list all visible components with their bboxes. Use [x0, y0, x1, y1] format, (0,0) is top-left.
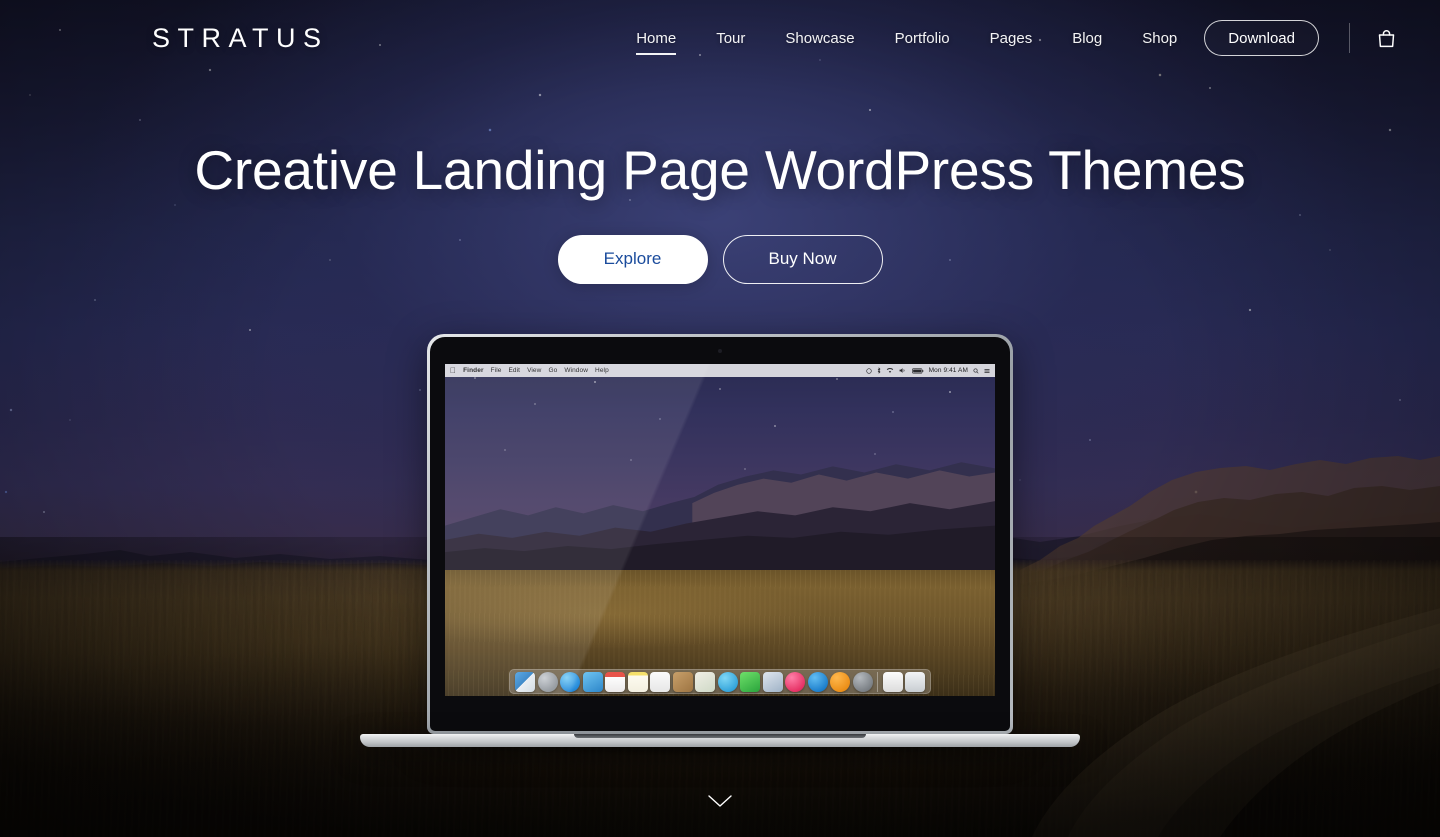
wifi-icon[interactable] — [886, 367, 894, 374]
dock-item-reminders[interactable] — [650, 671, 670, 692]
laptop-base-wrap — [340, 734, 1100, 773]
nav-item-portfolio[interactable]: Portfolio — [875, 31, 970, 46]
menubar-clock[interactable]: Mon 9:41 AM — [929, 367, 968, 374]
explore-button[interactable]: Explore — [557, 234, 708, 284]
macos-menubar:  Finder File Edit View Go Window Help — [445, 364, 995, 377]
bluetooth-icon[interactable] — [877, 367, 881, 374]
nav-item-shop[interactable]: Shop — [1122, 31, 1197, 46]
laptop-lid:  Finder File Edit View Go Window Help — [427, 334, 1013, 734]
nav-item-tour[interactable]: Tour — [696, 31, 765, 46]
dock-item-maps[interactable] — [695, 671, 715, 692]
download-button[interactable]: Download — [1204, 20, 1319, 56]
menubar-app-name[interactable]: Finder — [463, 367, 483, 374]
dock-item-system-preferences[interactable] — [852, 671, 873, 692]
search-icon[interactable] — [973, 367, 979, 374]
battery-icon[interactable] — [911, 367, 924, 374]
dock-item-contacts[interactable] — [672, 671, 693, 692]
menubar-item-help[interactable]: Help — [595, 367, 609, 374]
laptop-mockup:  Finder File Edit View Go Window Help — [340, 334, 1100, 773]
hero-content: Creative Landing Page WordPress Themes E… — [0, 139, 1440, 284]
menubar-status-area: Mon 9:41 AM — [865, 367, 990, 374]
volume-icon[interactable] — [899, 367, 907, 374]
hero-section: STRATUS Home Tour Showcase Portfolio Pag… — [0, 0, 1440, 837]
shopping-bag-icon[interactable] — [1372, 24, 1400, 52]
macos-dock — [509, 669, 931, 694]
dock-item-photos[interactable] — [762, 671, 783, 692]
dock-item-app-store[interactable] — [807, 671, 828, 692]
dock-item-itunes[interactable] — [785, 671, 805, 692]
menubar-item-file[interactable]: File — [491, 367, 502, 374]
chevron-down-icon — [708, 795, 732, 807]
header-divider — [1349, 23, 1350, 53]
site-logo[interactable]: STRATUS — [152, 24, 329, 52]
dock-item-notes[interactable] — [627, 671, 648, 692]
dock-item-facetime[interactable] — [740, 671, 760, 692]
site-header: STRATUS Home Tour Showcase Portfolio Pag… — [0, 0, 1440, 76]
webcam-icon — [718, 349, 722, 353]
dock-item-launchpad[interactable] — [537, 671, 558, 692]
menubar-item-view[interactable]: View — [527, 367, 541, 374]
nav-item-blog[interactable]: Blog — [1052, 31, 1122, 46]
laptop-screen:  Finder File Edit View Go Window Help — [445, 364, 995, 696]
menubar-item-window[interactable]: Window — [564, 367, 588, 374]
time-machine-icon[interactable] — [865, 367, 872, 374]
dock-item-messages[interactable] — [717, 671, 738, 692]
page-title: Creative Landing Page WordPress Themes — [194, 139, 1246, 201]
control-center-icon[interactable] — [984, 368, 990, 374]
dock-separator — [877, 671, 878, 692]
apple-logo-icon[interactable]:  — [450, 366, 456, 375]
dock-item-finder[interactable] — [515, 671, 535, 692]
nav-item-pages[interactable]: Pages — [970, 31, 1053, 46]
nav-item-home[interactable]: Home — [616, 31, 696, 55]
dock-item-trash[interactable] — [905, 671, 925, 692]
laptop-bezel:  Finder File Edit View Go Window Help — [430, 337, 1010, 731]
laptop-base — [360, 734, 1080, 747]
laptop-shadow — [340, 747, 1100, 773]
main-navigation: Home Tour Showcase Portfolio Pages Blog … — [616, 20, 1400, 56]
nav-item-showcase[interactable]: Showcase — [765, 31, 874, 46]
scroll-down-button[interactable] — [700, 789, 740, 813]
buy-now-button[interactable]: Buy Now — [722, 234, 883, 284]
wallpaper-mountains — [445, 450, 995, 584]
dock-item-safari[interactable] — [560, 671, 580, 692]
menubar-item-edit[interactable]: Edit — [508, 367, 520, 374]
cta-row: Explore Buy Now — [0, 234, 1440, 284]
menubar-left:  Finder File Edit View Go Window Help — [450, 366, 609, 375]
dock-item-ibooks[interactable] — [830, 671, 850, 692]
dock-item-downloads[interactable] — [882, 671, 903, 692]
menubar-item-go[interactable]: Go — [548, 367, 557, 374]
dock-item-mail[interactable] — [582, 671, 603, 692]
dock-item-calendar[interactable] — [605, 671, 625, 692]
